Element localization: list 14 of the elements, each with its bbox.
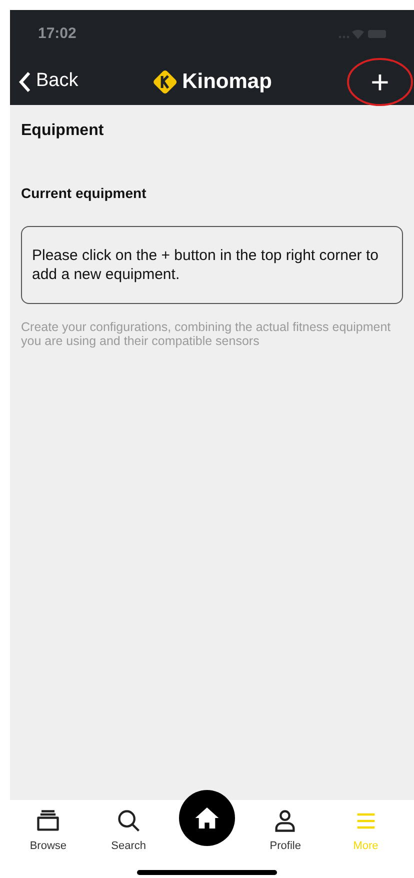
tab-item[interactable]: Profile bbox=[255, 808, 316, 854]
hint-text: Create your configurations, combining the actual fitness equipment you are using and their compatible sensors bbox=[21, 320, 392, 348]
tray-icon bbox=[35, 808, 62, 834]
back-button[interactable]: Back bbox=[18, 67, 78, 96]
logo-text: Kinomap bbox=[182, 68, 272, 95]
page-title: Equipment bbox=[21, 121, 105, 141]
status-time: 17:02 bbox=[38, 24, 76, 44]
section-title: Current equipment bbox=[21, 184, 148, 203]
tab-item[interactable]: Browse bbox=[18, 808, 78, 854]
chevron-left-icon bbox=[18, 70, 32, 92]
empty-message: Please click on the + button in the top right corner to add a new equipment. bbox=[21, 226, 403, 304]
search-icon bbox=[116, 808, 142, 834]
tab-item[interactable]: Search bbox=[98, 808, 159, 854]
status-icons bbox=[338, 28, 386, 40]
